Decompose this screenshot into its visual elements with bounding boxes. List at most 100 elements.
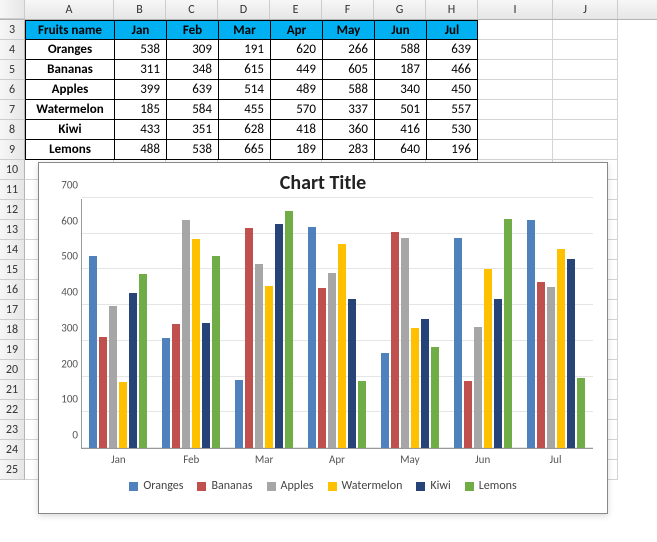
chart-legend[interactable]: OrangesBananasApplesWatermelonKiwiLemons xyxy=(39,479,607,493)
bar-Lemons-Jul[interactable] xyxy=(577,378,585,448)
legend-item-Apples[interactable]: Apples xyxy=(267,479,314,493)
cell-E9[interactable]: 189 xyxy=(270,140,322,160)
row-header-24[interactable]: 24 xyxy=(0,440,25,460)
cell-I5[interactable] xyxy=(478,60,553,80)
column-header-I[interactable]: I xyxy=(478,0,553,19)
cell-I6[interactable] xyxy=(478,80,553,100)
cell-I8[interactable] xyxy=(478,120,553,140)
cell-F4[interactable]: 266 xyxy=(322,40,374,60)
row-header-18[interactable]: 18 xyxy=(0,320,25,340)
legend-item-Bananas[interactable]: Bananas xyxy=(197,479,252,493)
row-header-8[interactable]: 8 xyxy=(0,120,25,140)
row-header-23[interactable]: 23 xyxy=(0,420,25,440)
cell-F6[interactable]: 588 xyxy=(322,80,374,100)
cell-J8[interactable] xyxy=(553,120,618,140)
cell-J5[interactable] xyxy=(553,60,618,80)
row-header-14[interactable]: 14 xyxy=(0,240,25,260)
corner-cell[interactable] xyxy=(0,0,25,19)
cell-A6[interactable]: Apples xyxy=(25,80,114,100)
row-header-19[interactable]: 19 xyxy=(0,340,25,360)
column-header-D[interactable]: D xyxy=(218,0,270,19)
column-header-J[interactable]: J xyxy=(553,0,618,19)
row-header-9[interactable]: 9 xyxy=(0,140,25,160)
chart-object[interactable]: Chart Title 0100200300400500600700JanFeb… xyxy=(38,162,608,514)
bar-Apples-Jul[interactable] xyxy=(547,287,555,448)
cell-C4[interactable]: 309 xyxy=(166,40,218,60)
cell-D4[interactable]: 191 xyxy=(218,40,270,60)
cell-C5[interactable]: 348 xyxy=(166,60,218,80)
cell-B6[interactable]: 399 xyxy=(114,80,166,100)
row-header-20[interactable]: 20 xyxy=(0,360,25,380)
cell-H8[interactable]: 530 xyxy=(426,120,478,140)
cell-F5[interactable]: 605 xyxy=(322,60,374,80)
bar-Lemons-Jan[interactable] xyxy=(139,274,147,448)
bar-Oranges-Apr[interactable] xyxy=(308,227,316,448)
bar-Watermelon-Apr[interactable] xyxy=(338,244,346,448)
cell-J6[interactable] xyxy=(553,80,618,100)
row-header-5[interactable]: 5 xyxy=(0,60,25,80)
column-header-E[interactable]: E xyxy=(270,0,322,19)
row-header-12[interactable]: 12 xyxy=(0,200,25,220)
cell-I4[interactable] xyxy=(478,40,553,60)
bar-Lemons-Feb[interactable] xyxy=(212,256,220,448)
cell-E8[interactable]: 418 xyxy=(270,120,322,140)
bar-Apples-Mar[interactable] xyxy=(255,264,263,448)
column-header-C[interactable]: C xyxy=(166,0,218,19)
cell-A3[interactable]: Fruits name xyxy=(25,20,114,40)
row-header-10[interactable]: 10 xyxy=(0,160,25,180)
cell-D3[interactable]: Mar xyxy=(218,20,270,40)
bar-Oranges-Mar[interactable] xyxy=(235,380,243,448)
cell-A4[interactable]: Oranges xyxy=(25,40,114,60)
cell-G7[interactable]: 501 xyxy=(374,100,426,120)
cell-H6[interactable]: 450 xyxy=(426,80,478,100)
cell-H3[interactable]: Jul xyxy=(426,20,478,40)
legend-item-Watermelon[interactable]: Watermelon xyxy=(328,479,403,493)
bar-Watermelon-Jan[interactable] xyxy=(119,382,127,448)
cell-J7[interactable] xyxy=(553,100,618,120)
bar-Bananas-Mar[interactable] xyxy=(245,228,253,448)
cell-F7[interactable]: 337 xyxy=(322,100,374,120)
cell-B7[interactable]: 185 xyxy=(114,100,166,120)
cell-I7[interactable] xyxy=(478,100,553,120)
cell-C3[interactable]: Feb xyxy=(166,20,218,40)
row-header-13[interactable]: 13 xyxy=(0,220,25,240)
cell-B4[interactable]: 538 xyxy=(114,40,166,60)
row-header-7[interactable]: 7 xyxy=(0,100,25,120)
bar-Watermelon-Feb[interactable] xyxy=(192,239,200,448)
cell-C7[interactable]: 584 xyxy=(166,100,218,120)
bar-Watermelon-Mar[interactable] xyxy=(265,286,273,449)
bar-Bananas-Feb[interactable] xyxy=(172,324,180,448)
column-header-B[interactable]: B xyxy=(114,0,166,19)
bar-Watermelon-Jul[interactable] xyxy=(557,249,565,448)
legend-item-Kiwi[interactable]: Kiwi xyxy=(416,479,450,493)
cell-F9[interactable]: 283 xyxy=(322,140,374,160)
cell-E5[interactable]: 449 xyxy=(270,60,322,80)
row-header-6[interactable]: 6 xyxy=(0,80,25,100)
cell-D5[interactable]: 615 xyxy=(218,60,270,80)
cell-B5[interactable]: 311 xyxy=(114,60,166,80)
chart-plot-area[interactable]: 0100200300400500600700JanFebMarAprMayJun… xyxy=(81,199,593,449)
cell-J4[interactable] xyxy=(553,40,618,60)
column-header-G[interactable]: G xyxy=(374,0,426,19)
cell-F8[interactable]: 360 xyxy=(322,120,374,140)
column-header-A[interactable]: A xyxy=(25,0,114,19)
bar-Kiwi-May[interactable] xyxy=(421,319,429,448)
bar-Bananas-Jun[interactable] xyxy=(464,381,472,448)
cell-A5[interactable]: Bananas xyxy=(25,60,114,80)
cell-E7[interactable]: 570 xyxy=(270,100,322,120)
bar-Kiwi-Mar[interactable] xyxy=(275,224,283,448)
row-header-15[interactable]: 15 xyxy=(0,260,25,280)
bar-Apples-Feb[interactable] xyxy=(182,220,190,448)
cell-E3[interactable]: Apr xyxy=(270,20,322,40)
bar-Apples-Apr[interactable] xyxy=(328,273,336,448)
bar-Bananas-Apr[interactable] xyxy=(318,288,326,448)
bar-Oranges-Feb[interactable] xyxy=(162,338,170,448)
bar-Oranges-Jul[interactable] xyxy=(527,220,535,448)
bar-Watermelon-May[interactable] xyxy=(411,328,419,448)
bar-Kiwi-Jun[interactable] xyxy=(494,299,502,448)
cell-G4[interactable]: 588 xyxy=(374,40,426,60)
bar-Oranges-Jan[interactable] xyxy=(89,256,97,448)
cell-E4[interactable]: 620 xyxy=(270,40,322,60)
bar-Kiwi-Jul[interactable] xyxy=(567,259,575,448)
cell-I3[interactable] xyxy=(478,20,553,40)
